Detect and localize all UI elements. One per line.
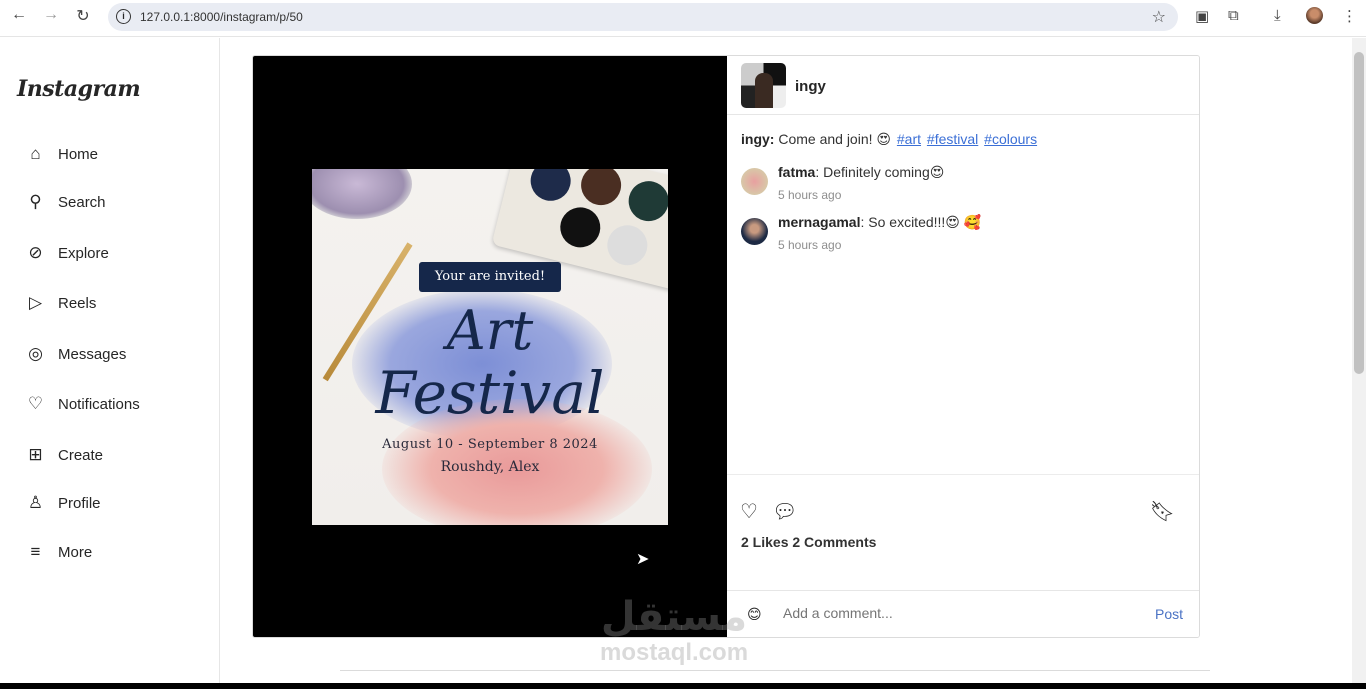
sidebar-item-label: Profile [58, 494, 101, 512]
heart-icon: ♡ [27, 394, 44, 413]
site-info-icon[interactable]: i [116, 9, 131, 24]
download-icon[interactable]: ⤓ [1274, 7, 1281, 24]
author-avatar[interactable] [741, 63, 786, 108]
search-icon: ⚲ [29, 192, 42, 211]
watermark: مستقل mostaql.com [600, 595, 748, 667]
paint-jar [312, 169, 412, 219]
post-media: Your are invited! Art Festival August 10… [253, 56, 727, 637]
back-icon[interactable]: ← [8, 6, 30, 24]
comment-text: : So excited!!!😍 🥰 [860, 214, 982, 230]
watermark-latin: mostaql.com [600, 639, 749, 666]
commenter-avatar[interactable] [741, 218, 768, 245]
sidebar-item-label: Messages [58, 345, 127, 363]
profile-avatar[interactable] [1306, 7, 1323, 24]
kebab-menu-icon[interactable]: ⋮ [1342, 7, 1357, 25]
comment-user[interactable]: fatma [778, 164, 815, 180]
reload-icon[interactable]: ↻ [72, 6, 94, 26]
comment-text: : Definitely coming😍 [815, 164, 945, 180]
hashtag-link[interactable]: #colours [984, 131, 1037, 147]
comment-time: 5 hours ago [778, 238, 842, 252]
puzzle-icon[interactable]: ⧉ [1228, 7, 1239, 24]
comment-time: 5 hours ago [778, 188, 842, 202]
sidebar-item-search[interactable]: ⚲ Search [25, 192, 106, 212]
sidebar-item-label: Home [58, 145, 99, 163]
sidebar-item-messages[interactable]: ◎ Messages [25, 344, 126, 364]
messenger-icon: ◎ [28, 344, 43, 363]
home-icon: ⌂ [30, 144, 41, 163]
post-caption: ingy: Come and join! 😍 #art #festival #c… [741, 131, 1037, 148]
scrollbar-thumb[interactable] [1354, 52, 1364, 374]
post-side-panel: ingy ingy: Come and join! 😍 #art #festiv… [727, 56, 1199, 637]
sidebar-item-label: Search [58, 193, 106, 211]
sidebar-item-home[interactable]: ⌂ Home [25, 144, 98, 164]
post-detail: Your are invited! Art Festival August 10… [252, 55, 1200, 638]
add-comment-bar: 😊 Post [727, 591, 1199, 637]
poster-title-art: Art [446, 299, 534, 362]
sidebar-item-notifications[interactable]: ♡ Notifications [25, 394, 140, 414]
sidebar-item-create[interactable]: ⊞ Create [25, 445, 103, 465]
post-actions: ♡ 💬︎ 🔖︎ 2 Likes 2 Comments [727, 474, 1199, 591]
poster-title-festival: Festival [375, 359, 605, 427]
hashtag-link[interactable]: #festival [927, 131, 978, 147]
post-image[interactable]: Your are invited! Art Festival August 10… [312, 169, 668, 525]
commenter-avatar[interactable] [741, 168, 768, 195]
comment-user[interactable]: mernagamal [778, 214, 860, 230]
sidebar-item-more[interactable]: ≡ More [25, 542, 93, 562]
scrollbar[interactable] [1352, 38, 1366, 683]
author-username[interactable]: ingy [795, 78, 826, 95]
post-comment-button[interactable]: Post [1155, 606, 1183, 622]
sidebar-item-label: Create [58, 446, 104, 464]
sidebar: Instagram ⌂ Home ⚲ Search ⊘ Explore ▷ Reels … [0, 38, 220, 683]
forward-icon[interactable]: → [40, 6, 62, 24]
sidebar-item-reels[interactable]: ▷ Reels [25, 293, 96, 313]
reels-icon: ▷ [28, 293, 43, 312]
bottom-bar [0, 683, 1366, 689]
plus-square-icon: ⊞ [28, 445, 43, 464]
sidebar-item-label: More [58, 543, 93, 561]
bookmark-star-icon[interactable]: ☆ [1152, 7, 1166, 27]
hashtag-link[interactable]: #art [897, 131, 921, 147]
emoji-icon[interactable]: 😊 [747, 606, 762, 623]
sidebar-item-profile[interactable]: ♙ Profile [25, 493, 101, 513]
instagram-logo[interactable]: Instagram [17, 76, 141, 102]
save-bookmark-icon[interactable]: 🔖︎ [1150, 499, 1175, 524]
sidebar-item-label: Explore [58, 244, 109, 262]
poster-dates: August 10 - September 8 2024 [382, 437, 598, 452]
caption-user[interactable]: ingy: [741, 131, 774, 147]
url-text: 127.0.0.1:8000/instagram/p/50 [140, 10, 303, 24]
divider [340, 670, 1210, 671]
comment-input[interactable] [783, 605, 1083, 621]
post-header: ingy [727, 56, 1199, 115]
sidebar-item-explore[interactable]: ⊘ Explore [25, 243, 109, 263]
likes-comments-count: 2 Likes 2 Comments [741, 534, 877, 550]
sidebar-item-label: Notifications [58, 395, 140, 413]
watermark-arabic: مستقل [600, 594, 748, 640]
like-heart-icon[interactable]: ♡ [740, 499, 758, 524]
user-icon: ♙ [27, 493, 44, 512]
comment-item: fatma: Definitely coming😍 5 hours ago [741, 164, 944, 202]
mouse-cursor-icon: ➤ [636, 551, 650, 568]
comment-item: mernagamal: So excited!!!😍 🥰 5 hours ago [741, 214, 981, 252]
extension-icon[interactable]: ▣ [1195, 7, 1209, 25]
poster-banner: Your are invited! [419, 262, 561, 292]
sidebar-item-label: Reels [58, 294, 97, 312]
poster-place: Roushdy, Alex [440, 459, 540, 475]
menu-icon: ≡ [30, 542, 41, 561]
browser-toolbar: ← → ↻ i 127.0.0.1:8000/instagram/p/50 ☆ … [0, 0, 1366, 37]
compass-icon: ⊘ [28, 243, 43, 262]
address-bar[interactable]: i 127.0.0.1:8000/instagram/p/50 ☆ [108, 3, 1178, 31]
comment-bubble-icon[interactable]: 💬︎ [772, 499, 797, 524]
caption-text: Come and join! 😍 [778, 131, 891, 147]
